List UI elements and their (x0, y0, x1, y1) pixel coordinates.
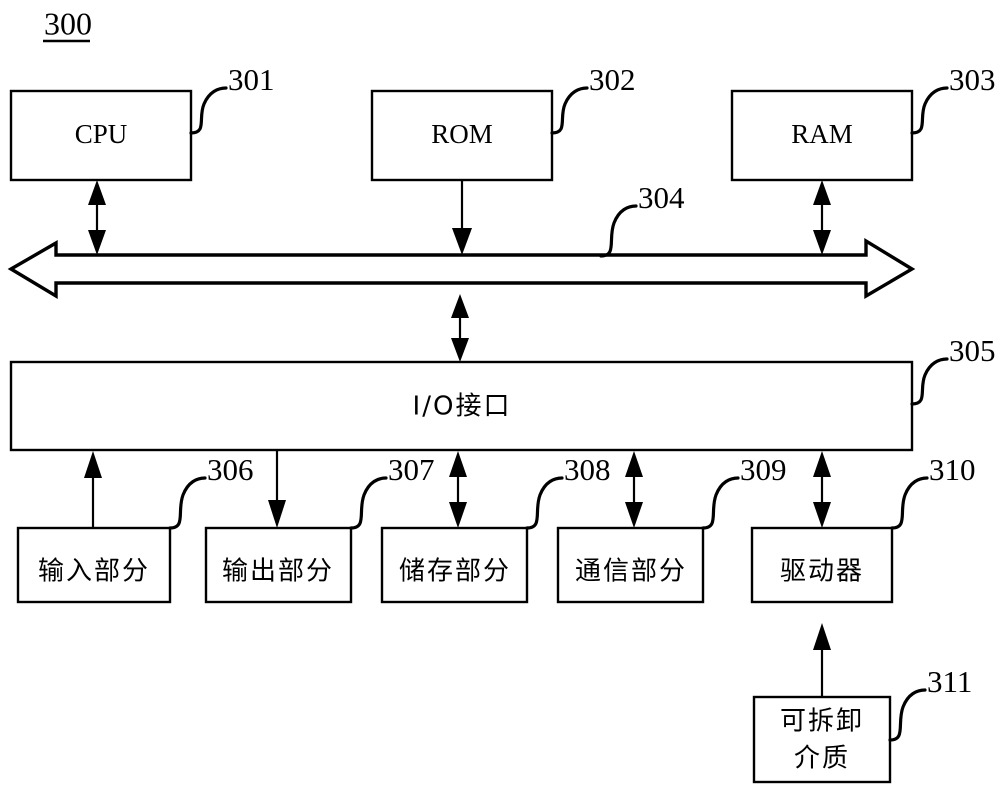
ram-bus-arrowhead-up (813, 180, 831, 205)
bus-io-arrowhead-down (451, 338, 469, 362)
ram-bus-connector (813, 180, 831, 255)
cpu-leader-line (189, 86, 228, 135)
output-part-ref-number: 307 (388, 452, 435, 487)
bus-io-connector (451, 294, 469, 362)
driver-ref-number: 310 (929, 452, 976, 487)
storage-part-arrowhead-up (449, 451, 467, 477)
ram-leader-line (910, 86, 949, 135)
input-part-leader-line (168, 476, 207, 530)
cpu-block-group: CPU 301 (9, 62, 275, 182)
io-interface-label: I/O接口 (413, 392, 512, 422)
removable-media-arrowhead-up (813, 623, 831, 650)
driver-label: 驱动器 (780, 557, 864, 587)
input-part-label: 输入部分 (38, 557, 150, 587)
figure-canvas: 300 CPU 301 ROM 302 RAM 303 304 I/O接口 30… (0, 0, 1000, 797)
driver-leader-line (890, 476, 929, 530)
figure-number: 300 (44, 5, 92, 41)
ram-ref-number: 303 (949, 62, 996, 97)
ram-block-group: RAM 303 (730, 62, 996, 182)
removable-media-group: 可拆卸 介质 311 (752, 623, 972, 784)
bus-leader-line (599, 204, 638, 258)
ram-label: RAM (791, 119, 853, 149)
communication-part-label: 通信部分 (575, 557, 687, 587)
io-interface-ref-number: 305 (949, 333, 996, 368)
storage-part-leader-line (525, 476, 564, 530)
input-part-arrowhead-up (84, 451, 102, 478)
driver-arrowhead-up (813, 451, 831, 477)
cpu-bus-arrowhead-down (88, 230, 106, 255)
figure-number-group: 300 (43, 5, 92, 43)
bus-io-arrowhead-up (451, 294, 469, 318)
removable-media-ref-number: 311 (927, 664, 972, 699)
storage-part-label: 储存部分 (399, 557, 511, 587)
io-interface-leader-line (910, 357, 949, 406)
output-part-label: 输出部分 (222, 557, 334, 587)
output-part-leader-line (349, 476, 388, 530)
storage-part-ref-number: 308 (564, 452, 611, 487)
io-interface-group: I/O接口 305 (9, 333, 996, 452)
rom-ref-number: 302 (589, 62, 636, 97)
cpu-ref-number: 301 (228, 62, 275, 97)
removable-media-label-line1: 可拆卸 (780, 707, 864, 737)
system-architecture-diagram: 300 CPU 301 ROM 302 RAM 303 304 I/O接口 30… (7, 5, 996, 784)
communication-part-leader-line (701, 476, 740, 530)
cpu-label: CPU (75, 119, 128, 149)
cpu-bus-connector (88, 180, 106, 255)
rom-bus-connector (452, 181, 472, 255)
rom-bus-arrowhead-down (452, 228, 472, 255)
communication-part-arrowhead-up (625, 451, 643, 477)
communication-part-ref-number: 309 (740, 452, 787, 487)
rom-label: ROM (431, 119, 493, 149)
rom-block-group: ROM 302 (370, 62, 636, 182)
ram-bus-arrowhead-down (813, 230, 831, 255)
rom-leader-line (550, 86, 589, 135)
cpu-bus-arrowhead-up (88, 180, 106, 205)
driver-arrowhead-down (813, 502, 831, 528)
removable-media-label-line2: 介质 (794, 744, 850, 774)
removable-media-leader-line (888, 688, 927, 742)
input-part-ref-number: 306 (207, 452, 254, 487)
output-part-arrowhead-down (268, 500, 286, 528)
communication-part-arrowhead-down (625, 502, 643, 528)
storage-part-arrowhead-down (449, 502, 467, 528)
bus-ref-number: 304 (638, 180, 685, 215)
